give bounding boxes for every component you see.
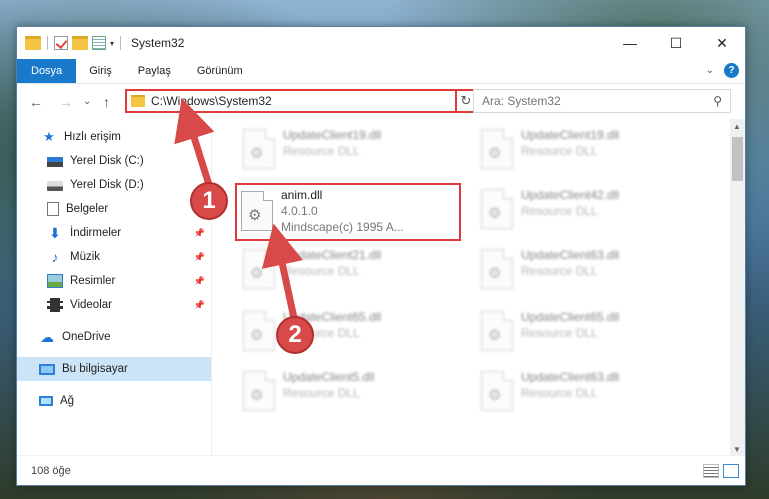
- callout-step-1: 1: [190, 182, 228, 220]
- annotation-arrows: [174, 97, 303, 319]
- callout-step-2: 2: [276, 316, 314, 354]
- arrow-to-address-bar: [174, 97, 215, 190]
- arrow-to-anim-dll: [261, 223, 303, 319]
